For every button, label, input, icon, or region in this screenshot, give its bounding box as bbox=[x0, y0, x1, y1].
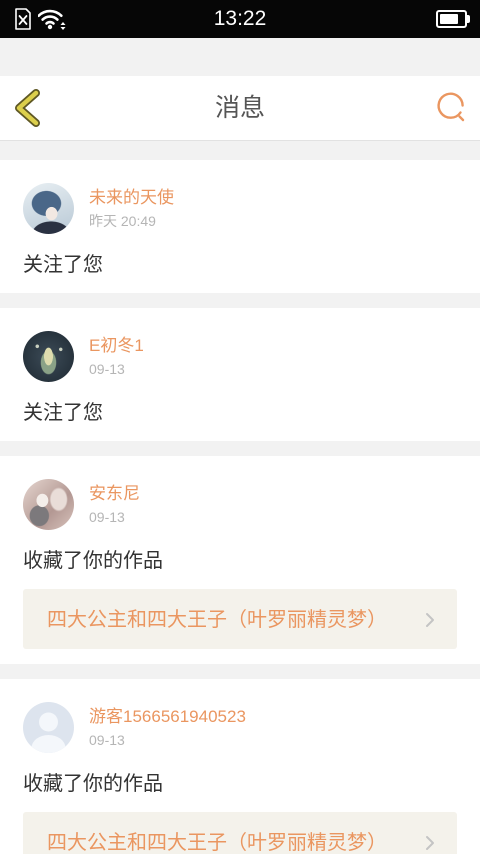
message-list: 未来的天使 昨天 20:49 关注了您 E初冬1 09-13 关注了您 安东尼 … bbox=[0, 160, 480, 854]
chevron-right-icon bbox=[426, 613, 434, 627]
battery-fill bbox=[440, 14, 459, 24]
message-meta: 未来的天使 昨天 20:49 bbox=[89, 183, 174, 234]
wifi-icon bbox=[38, 9, 66, 30]
message-meta: 游客1566561940523 09-13 bbox=[89, 702, 246, 753]
timestamp: 09-13 bbox=[89, 361, 125, 377]
work-title: 四大公主和四大王子（叶罗丽精灵梦） bbox=[47, 609, 387, 631]
message-text: 关注了您 bbox=[23, 254, 103, 276]
message-item[interactable]: 未来的天使 昨天 20:49 关注了您 bbox=[0, 160, 480, 293]
message-header: 游客1566561940523 09-13 bbox=[23, 702, 457, 753]
message-meta: E初冬1 09-13 bbox=[89, 331, 144, 382]
battery-outline bbox=[436, 10, 467, 28]
work-link[interactable]: 四大公主和四大王子（叶罗丽精灵梦） bbox=[23, 812, 457, 854]
username[interactable]: 安东尼 bbox=[89, 484, 140, 504]
username[interactable]: 游客1566561940523 bbox=[89, 707, 246, 727]
person-silhouette-icon bbox=[31, 712, 66, 753]
message-text: 关注了您 bbox=[23, 402, 103, 424]
timestamp: 09-13 bbox=[89, 732, 125, 748]
message-text: 收藏了你的作品 bbox=[23, 773, 163, 795]
back-button[interactable] bbox=[12, 88, 44, 128]
status-bar: 13:22 bbox=[0, 0, 480, 38]
message-header: E初冬1 09-13 bbox=[23, 331, 457, 382]
avatar[interactable] bbox=[23, 331, 74, 382]
message-item[interactable]: 安东尼 09-13 收藏了你的作品 四大公主和四大王子（叶罗丽精灵梦） bbox=[0, 456, 480, 664]
username[interactable]: 未来的天使 bbox=[89, 188, 174, 208]
work-link[interactable]: 四大公主和四大王子（叶罗丽精灵梦） bbox=[23, 589, 457, 649]
battery-icon bbox=[436, 10, 470, 28]
no-sim-icon bbox=[15, 8, 31, 30]
back-chevron-icon bbox=[15, 89, 40, 127]
username[interactable]: E初冬1 bbox=[89, 336, 144, 356]
status-time: 13:22 bbox=[213, 7, 267, 30]
chevron-right-icon bbox=[426, 836, 434, 850]
avatar[interactable] bbox=[23, 183, 74, 234]
search-button[interactable] bbox=[432, 90, 470, 126]
timestamp: 09-13 bbox=[89, 509, 125, 525]
message-text: 收藏了你的作品 bbox=[23, 550, 163, 572]
message-header: 未来的天使 昨天 20:49 bbox=[23, 183, 457, 234]
message-meta: 安东尼 09-13 bbox=[89, 479, 140, 530]
app-header: 消息 bbox=[0, 76, 480, 141]
battery-nub bbox=[467, 15, 470, 23]
search-icon bbox=[437, 92, 465, 122]
message-item[interactable]: 游客1566561940523 09-13 收藏了你的作品 四大公主和四大王子（… bbox=[0, 679, 480, 854]
work-title: 四大公主和四大王子（叶罗丽精灵梦） bbox=[47, 832, 387, 854]
timestamp: 昨天 20:49 bbox=[89, 213, 156, 229]
message-item[interactable]: E初冬1 09-13 关注了您 bbox=[0, 308, 480, 441]
default-avatar-icon[interactable] bbox=[23, 702, 74, 753]
page-title: 消息 bbox=[214, 94, 265, 122]
avatar[interactable] bbox=[23, 479, 74, 530]
message-header: 安东尼 09-13 bbox=[23, 479, 457, 530]
